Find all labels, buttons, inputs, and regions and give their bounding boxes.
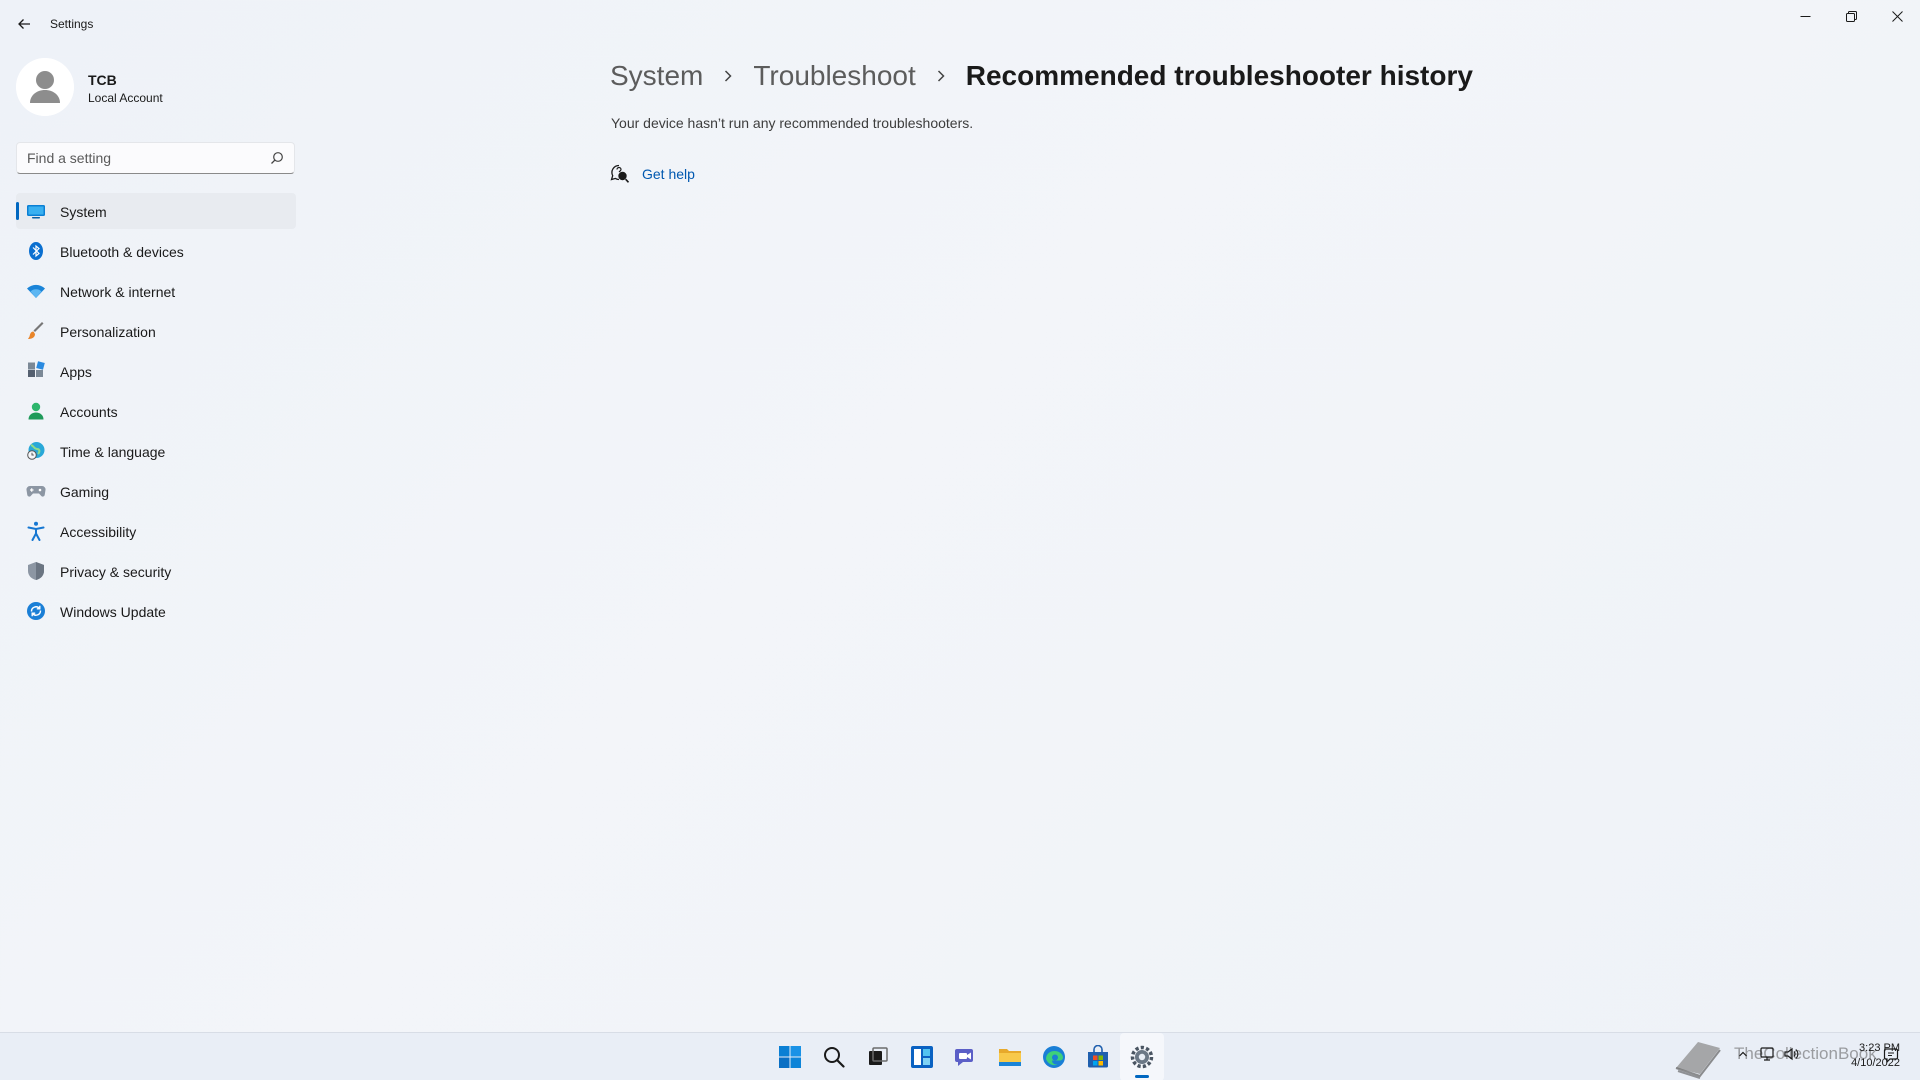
profile-name: TCB (88, 72, 117, 88)
settings-icon (1130, 1045, 1154, 1069)
widgets-button[interactable] (900, 1033, 944, 1080)
taskbar (0, 1032, 1920, 1080)
chevron-right-icon (717, 56, 739, 96)
speaker-icon (1784, 1047, 1799, 1061)
chevron-right-icon (930, 56, 952, 96)
sidebar-item-label: Time & language (60, 444, 166, 460)
settings-search (16, 142, 295, 174)
chat-button[interactable] (944, 1033, 988, 1080)
sidebar-item-label: Network & internet (60, 284, 176, 300)
sidebar-item-system[interactable]: System (16, 193, 296, 229)
minimize-button[interactable] (1782, 0, 1828, 32)
globe-clock-icon (27, 442, 45, 460)
sidebar-item-label: Bluetooth & devices (60, 244, 184, 260)
start-button[interactable] (768, 1033, 812, 1080)
network-tray-button[interactable] (1759, 1046, 1775, 1062)
taskbar-search-button[interactable] (812, 1033, 856, 1080)
file-explorer-button[interactable] (988, 1033, 1032, 1080)
sidebar-item-label: Accounts (60, 404, 118, 420)
sidebar-item-label: Apps (60, 364, 92, 380)
accessibility-icon (27, 521, 45, 541)
restore-icon (1845, 10, 1857, 22)
default-user-icon (16, 58, 74, 116)
sidebar-item-windows-update[interactable]: Windows Update (16, 593, 296, 629)
edge-button[interactable] (1032, 1033, 1076, 1080)
settings-button[interactable] (1120, 1033, 1164, 1080)
update-icon (27, 602, 45, 620)
book-watermark-icon (1675, 1042, 1721, 1079)
history-description: Your device hasn’t run any recommended t… (611, 115, 974, 131)
avatar (16, 58, 74, 116)
page-title: Recommended troubleshooter history (965, 60, 1473, 91)
shield-icon (28, 562, 44, 580)
sidebar-item-accessibility[interactable]: Accessibility (16, 513, 296, 549)
sidebar-item-label: Gaming (60, 484, 110, 500)
search-input[interactable] (17, 143, 257, 173)
sidebar-item-gaming[interactable]: Gaming (16, 473, 296, 509)
sidebar-item-time-language[interactable]: Time & language (16, 433, 296, 469)
show-hidden-icons-button[interactable] (1735, 1046, 1751, 1062)
task-view-icon (869, 1047, 888, 1065)
sidebar-item-label: Personalization (60, 324, 156, 340)
app-title: Settings (50, 17, 94, 31)
search-icon (824, 1047, 845, 1068)
sidebar-item-apps[interactable]: Apps (16, 353, 296, 389)
search-icon[interactable] (270, 151, 284, 165)
edge-icon (1043, 1046, 1065, 1068)
sidebar-item-label: Accessibility (60, 524, 137, 540)
close-button[interactable] (1874, 0, 1920, 32)
user-profile[interactable]: TCB Local Account (16, 56, 296, 118)
sidebar-item-privacy-security[interactable]: Privacy & security (16, 553, 296, 589)
taskbar-apps (768, 1033, 1164, 1080)
breadcrumb: System Troubleshoot Recommended troubles… (610, 56, 1473, 96)
sidebar-item-network[interactable]: Network & internet (16, 273, 296, 309)
profile-account-type: Local Account (88, 91, 163, 105)
system-icon (27, 205, 45, 219)
sidebar-nav: System Bluetooth & devices Network & int… (16, 193, 296, 633)
get-help-icon (610, 164, 630, 183)
bluetooth-icon (29, 242, 43, 260)
sidebar-item-accounts[interactable]: Accounts (16, 393, 296, 429)
start-icon (779, 1046, 801, 1068)
minimize-icon (1800, 15, 1810, 17)
back-arrow-icon (18, 19, 30, 29)
file-explorer-icon (999, 1049, 1021, 1066)
network-monitor-icon (1760, 1047, 1774, 1061)
sidebar-item-label: Windows Update (60, 604, 166, 620)
back-button[interactable] (10, 10, 38, 38)
chat-icon (955, 1049, 973, 1066)
sidebar-item-label: Privacy & security (60, 564, 172, 580)
person-icon (28, 402, 44, 420)
window-controls (1782, 0, 1920, 32)
sidebar-item-label: System (60, 204, 107, 220)
close-icon (1891, 10, 1903, 22)
breadcrumb-system[interactable]: System (610, 60, 703, 92)
restore-button[interactable] (1828, 0, 1874, 32)
task-view-button[interactable] (856, 1033, 900, 1080)
get-help-link[interactable]: Get help (610, 163, 695, 185)
chevron-up-icon (1739, 1051, 1747, 1057)
sidebar-item-personalization[interactable]: Personalization (16, 313, 296, 349)
notification-icon[interactable] (1883, 1047, 1899, 1063)
system-tray (1735, 1046, 1799, 1062)
paintbrush-icon (28, 322, 44, 339)
store-icon (1088, 1045, 1108, 1068)
get-help-label: Get help (642, 166, 695, 182)
wifi-icon (27, 284, 45, 298)
volume-tray-button[interactable] (1783, 1046, 1799, 1062)
sidebar-item-bluetooth[interactable]: Bluetooth & devices (16, 233, 296, 269)
apps-icon (28, 361, 45, 377)
widgets-icon (911, 1046, 933, 1068)
gamepad-icon (26, 485, 46, 497)
title-bar: Settings (0, 0, 1920, 48)
store-button[interactable] (1076, 1033, 1120, 1080)
breadcrumb-troubleshoot[interactable]: Troubleshoot (753, 60, 915, 92)
